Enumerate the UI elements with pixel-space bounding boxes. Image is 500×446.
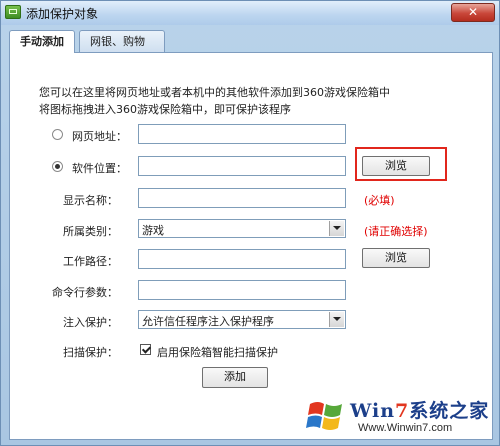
software-location-input[interactable]: [138, 156, 346, 176]
intro-text: 您可以在这里将网页地址或者本机中的其他软件添加到360游戏保险箱中 将图标拖拽进…: [39, 84, 390, 118]
watermark-url: Www.Winwin7.com: [358, 422, 453, 434]
title-bar: 添加保护对象 ✕: [1, 1, 499, 25]
work-path-input[interactable]: [138, 249, 346, 269]
web-address-label: 网页地址：: [72, 130, 127, 143]
app-icon: [5, 5, 21, 19]
close-button[interactable]: ✕: [451, 3, 495, 22]
tab-bank-shopping[interactable]: 网银、购物: [79, 30, 165, 52]
web-address-input[interactable]: [138, 124, 346, 144]
scan-protect-label: 扫描保护：: [63, 346, 118, 359]
scan-protect-checkbox-label: 启用保险箱智能扫描保护: [157, 346, 278, 359]
inject-protect-label: 注入保护：: [63, 316, 118, 329]
row-scan-protect: 扫描保护： 启用保险箱智能扫描保护: [10, 340, 494, 362]
watermark: Win7系统之家 Www.Winwin7.com: [304, 392, 500, 446]
row-web-address: 网页地址：: [10, 124, 494, 146]
command-args-label: 命令行参数：: [52, 286, 118, 299]
browse-work-path-button[interactable]: 浏览: [362, 248, 430, 268]
category-select[interactable]: 游戏: [138, 219, 346, 238]
row-work-path: 工作路径： 浏览: [10, 248, 494, 271]
category-select-value: 游戏: [142, 224, 164, 237]
display-name-label: 显示名称：: [63, 194, 118, 207]
chevron-down-icon[interactable]: [329, 312, 344, 327]
window-title: 添加保护对象: [26, 7, 99, 21]
windows-logo-icon: [306, 402, 342, 430]
display-name-input[interactable]: [138, 188, 346, 208]
row-display-name: 显示名称： (必填): [10, 188, 494, 210]
intro-line-1: 您可以在这里将网页地址或者本机中的其他软件添加到360游戏保险箱中: [39, 86, 390, 99]
software-location-radio[interactable]: [52, 161, 63, 172]
row-command-args: 命令行参数：: [10, 280, 494, 302]
watermark-title: Win7系统之家: [350, 400, 490, 422]
intro-line-2: 将图标拖拽进入360游戏保险箱中，即可保护该程序: [39, 103, 291, 116]
select-correctly-hint: (请正确选择): [364, 225, 428, 238]
row-inject-protect: 注入保护： 允许信任程序注入保护程序: [10, 310, 494, 332]
inject-protect-select[interactable]: 允许信任程序注入保护程序: [138, 310, 346, 329]
row-category: 所属类别： 游戏 (请正确选择): [10, 219, 494, 241]
command-args-input[interactable]: [138, 280, 346, 300]
inject-protect-select-value: 允许信任程序注入保护程序: [142, 315, 274, 328]
software-location-label: 软件位置：: [72, 162, 127, 175]
highlight-box: [355, 147, 447, 181]
web-address-radio[interactable]: [52, 129, 63, 140]
tab-manual-add[interactable]: 手动添加: [9, 30, 75, 53]
required-hint: (必填): [364, 194, 395, 207]
chevron-down-icon[interactable]: [329, 221, 344, 236]
tab-bar: 手动添加 网银、购物: [9, 30, 493, 53]
add-button[interactable]: 添加: [202, 367, 268, 388]
work-path-label: 工作路径：: [63, 255, 118, 268]
scan-protect-checkbox[interactable]: [140, 344, 151, 355]
tab-panel: 您可以在这里将网页地址或者本机中的其他软件添加到360游戏保险箱中 将图标拖拽进…: [9, 52, 493, 440]
dialog-window: 添加保护对象 ✕ 手动添加 网银、购物 您可以在这里将网页地址或者本机中的其他软…: [0, 0, 500, 446]
category-label: 所属类别：: [63, 225, 118, 238]
